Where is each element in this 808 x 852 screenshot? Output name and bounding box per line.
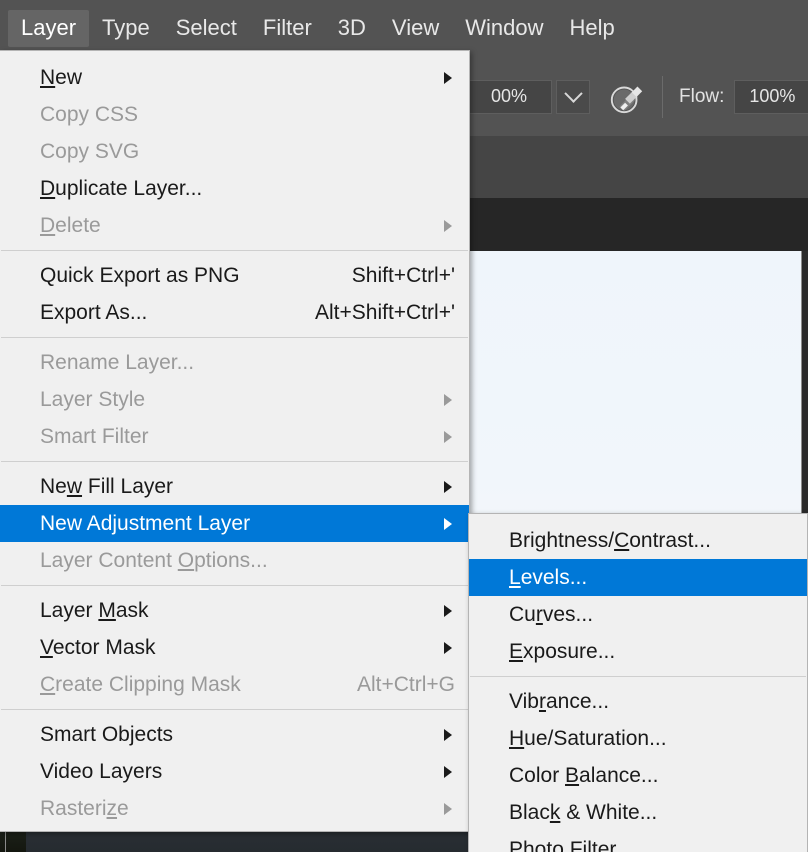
layer-menu-item-layer-mask[interactable]: Layer Mask [0, 592, 469, 629]
photoshop-window: 00% Flow: 100% Layer Type Select Filter … [0, 0, 808, 852]
menu-item-label: Curves... [509, 602, 594, 626]
layer-menu-item-smart-objects[interactable]: Smart Objects [0, 716, 469, 753]
menubar-item-filter[interactable]: Filter [250, 10, 325, 47]
menubar-item-select[interactable]: Select [163, 10, 250, 47]
menu-item-label: Exposure... [509, 639, 616, 663]
menu-item-label: Brightness/Contrast... [509, 528, 711, 552]
menu-item-label: Smart Objects [40, 722, 174, 746]
submenu-arrow-icon [444, 517, 452, 530]
menu-item-label: Copy SVG [40, 139, 140, 163]
layer-menu-item-copy-svg: Copy SVG [0, 133, 469, 170]
menu-item-label: Vector Mask [40, 635, 156, 659]
submenu-arrow-icon [444, 480, 452, 493]
layer-menu-item-new-adjustment-layer[interactable]: New Adjustment Layer [0, 505, 469, 542]
adjustment-item-hue-saturation[interactable]: Hue/Saturation... [469, 720, 807, 757]
adjustment-item-black-white[interactable]: Black & White... [469, 794, 807, 831]
menu-item-label: Layer Style [40, 387, 146, 411]
opacity-value-field[interactable]: 00% [466, 79, 552, 114]
menubar-item-window[interactable]: Window [452, 10, 556, 47]
main-menu-bar: Layer Type Select Filter 3D View Window … [0, 0, 628, 57]
adjustment-item-exposure[interactable]: Exposure... [469, 633, 807, 670]
menu-item-shortcut: Alt+Shift+Ctrl+' [315, 300, 455, 324]
flow-label: Flow: [679, 85, 725, 107]
layer-menu-item-video-layers[interactable]: Video Layers [0, 753, 469, 790]
adjustment-item-levels[interactable]: Levels... [469, 559, 807, 596]
menu-item-label: Levels... [509, 565, 588, 589]
layer-menu-item-rasterize: Rasterize [0, 790, 469, 827]
submenu-arrow-icon [444, 71, 452, 84]
submenu-arrow-icon [444, 728, 452, 741]
layer-menu-item-new-fill-layer[interactable]: New Fill Layer [0, 468, 469, 505]
opacity-dropdown-button[interactable] [556, 79, 590, 114]
menu-item-shortcut: Alt+Ctrl+G [356, 672, 455, 696]
airbrush-icon[interactable] [608, 78, 646, 116]
menu-separator [1, 461, 468, 462]
adjustment-item-vibrance[interactable]: Vibrance... [469, 683, 807, 720]
menu-item-label: Rasterize [40, 796, 129, 820]
adjustment-item-curves[interactable]: Curves... [469, 596, 807, 633]
adjustment-item-brightness-contrast[interactable]: Brightness/Contrast... [469, 522, 807, 559]
menu-item-shortcut: Shift+Ctrl+' [351, 263, 455, 287]
layer-menu-item-copy-css: Copy CSS [0, 96, 469, 133]
menu-item-label: Black & White... [509, 800, 658, 824]
submenu-arrow-icon [444, 802, 452, 815]
submenu-arrow-icon [444, 604, 452, 617]
layer-menu-item-vector-mask[interactable]: Vector Mask [0, 629, 469, 666]
layer-dropdown-menu: New Copy CSS Copy SVG Duplicate Layer... Del… [0, 50, 470, 832]
layer-menu-item-smart-filter: Smart Filter [0, 418, 469, 455]
menubar-item-help[interactable]: Help [556, 10, 627, 47]
menu-item-label: Quick Export as PNG [40, 263, 240, 287]
menu-separator [1, 337, 468, 338]
submenu-arrow-icon [444, 219, 452, 232]
menu-separator [470, 676, 806, 677]
menu-item-label: Duplicate Layer... [40, 176, 203, 200]
menu-item-label: New Adjustment Layer [40, 511, 251, 535]
menu-separator [1, 585, 468, 586]
layer-menu-item-new[interactable]: New [0, 59, 469, 96]
menubar-item-view[interactable]: View [379, 10, 452, 47]
menu-item-label: Rename Layer... [40, 350, 195, 374]
adjustment-item-photo-filter[interactable]: Photo Filter... [469, 831, 807, 852]
menu-item-label: Hue/Saturation... [509, 726, 667, 750]
layer-menu-item-layer-style: Layer Style [0, 381, 469, 418]
menu-item-label: Layer Mask [40, 598, 149, 622]
menu-item-label: Copy CSS [40, 102, 139, 126]
layer-menu-item-rename-layer: Rename Layer... [0, 344, 469, 381]
menubar-item-3d[interactable]: 3D [325, 10, 379, 47]
layer-menu-item-create-clipping-mask: Create Clipping Mask Alt+Ctrl+G [0, 666, 469, 703]
new-adjustment-layer-submenu: Brightness/Contrast... Levels... Curves...… [468, 513, 808, 852]
menu-item-label: New [40, 65, 83, 89]
submenu-arrow-icon [444, 430, 452, 443]
menu-item-label: Color Balance... [509, 763, 659, 787]
menubar-item-layer[interactable]: Layer [8, 10, 90, 47]
submenu-arrow-icon [444, 393, 452, 406]
menu-separator [1, 709, 468, 710]
layer-menu-item-delete: Delete [0, 207, 469, 244]
menu-item-label: Create Clipping Mask [40, 672, 241, 696]
submenu-arrow-icon [444, 765, 452, 778]
chevron-down-icon [563, 84, 583, 103]
options-bar-divider [662, 75, 663, 118]
layer-menu-item-export-as[interactable]: Export As... Alt+Shift+Ctrl+' [0, 294, 469, 331]
layer-menu-item-layer-content-options: Layer Content Options... [0, 542, 469, 579]
menu-item-label: Video Layers [40, 759, 163, 783]
layer-menu-item-duplicate-layer[interactable]: Duplicate Layer... [0, 170, 469, 207]
layer-menu-item-quick-export-as-png[interactable]: Quick Export as PNG Shift+Ctrl+' [0, 257, 469, 294]
tool-options-bar: 00% Flow: 100% [466, 57, 808, 136]
adjustment-item-color-balance[interactable]: Color Balance... [469, 757, 807, 794]
menu-item-label: New Fill Layer [40, 474, 174, 498]
menubar-item-type[interactable]: Type [89, 10, 163, 47]
menu-separator [1, 250, 468, 251]
submenu-arrow-icon [444, 641, 452, 654]
menu-item-label: Vibrance... [509, 689, 610, 713]
menu-item-label: Smart Filter [40, 424, 149, 448]
menu-item-label: Delete [40, 213, 101, 237]
menu-item-label: Export As... [40, 300, 148, 324]
menu-item-label: Photo Filter... [509, 837, 633, 852]
menu-item-label: Layer Content Options... [40, 548, 268, 572]
flow-value-field[interactable]: 100% [734, 79, 808, 114]
